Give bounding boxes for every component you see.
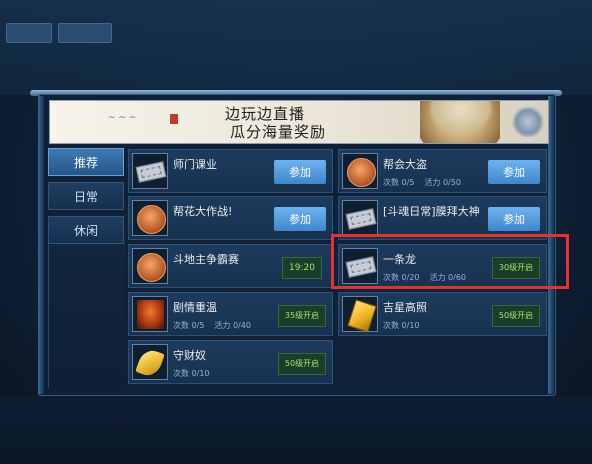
game-logo: ~ ~ ~ [108, 113, 137, 123]
start-time-badge: 19:20 [282, 257, 322, 279]
level-unlock-badge: 35级开启 [278, 305, 326, 327]
activity-name: 师门课业 [173, 158, 217, 171]
join-button[interactable]: 参加 [488, 160, 540, 184]
join-button[interactable]: 参加 [274, 207, 326, 231]
activity-stats: 次数 0/5 活力 0/40 [173, 320, 261, 331]
activity-card[interactable]: 守财奴 次数 0/10 50级开启 [128, 340, 333, 384]
activity-card[interactable]: 吉星高照 次数 0/10 50级开启 [338, 292, 547, 336]
golden-book-icon [347, 299, 377, 331]
demon-mask-icon [137, 300, 164, 329]
highlight-box [331, 234, 569, 289]
tab-casual[interactable]: 休闲 [48, 216, 124, 244]
coin-icon [347, 158, 376, 187]
activity-icon-frame [132, 344, 168, 380]
activity-name: [斗魂日常]膜拜大神 [383, 205, 480, 218]
activity-icon-frame [132, 248, 168, 284]
panel-left-pillar [38, 96, 44, 394]
attempt-count: 次数 0/5 [383, 178, 415, 187]
attempt-count: 次数 0/10 [383, 321, 420, 330]
activity-icon-frame [342, 153, 378, 189]
tab-daily[interactable]: 日常 [48, 182, 124, 210]
activity-icon-frame [342, 296, 378, 332]
activity-stats: 次数 0/5 活力 0/50 [383, 177, 471, 188]
banner-character-hair [428, 101, 494, 135]
attempt-count: 次数 0/10 [173, 369, 210, 378]
activity-name: 帮花大作战! [173, 205, 233, 218]
activity-card[interactable]: 帮会大盗 次数 0/5 活力 0/50 参加 [338, 149, 547, 193]
ticket-icon [345, 208, 377, 230]
tab-column-background [48, 238, 125, 388]
tab-recommended[interactable]: 推荐 [48, 148, 124, 176]
level-unlock-badge: 50级开启 [278, 353, 326, 375]
live-stream-banner[interactable]: ~ ~ ~ 边玩边直播 瓜分海量奖励 [49, 100, 549, 144]
attempt-count: 次数 0/5 [173, 321, 205, 330]
activity-card[interactable]: 斗地主争霸赛 19:20 [128, 244, 333, 288]
activity-name: 斗地主争霸赛 [173, 253, 239, 266]
activity-card[interactable]: 帮花大作战! 参加 [128, 196, 333, 240]
activity-card[interactable]: 剧情重温 次数 0/5 活力 0/40 35级开启 [128, 292, 333, 336]
gold-leaf-icon [135, 347, 165, 379]
activity-name: 守财奴 [173, 349, 206, 362]
activity-icon-frame [132, 296, 168, 332]
logo-seal [170, 114, 178, 124]
vitality-count: 活力 0/40 [214, 321, 251, 330]
activity-stats: 次数 0/10 [173, 368, 220, 379]
banner-decoration [510, 107, 546, 137]
background-top [0, 0, 592, 95]
activity-name: 吉星高照 [383, 301, 427, 314]
category-tabs: 推荐 日常 休闲 [48, 148, 124, 250]
vitality-count: 活力 0/50 [424, 178, 461, 187]
background-button [6, 23, 52, 43]
activity-name: 帮会大盗 [383, 158, 427, 171]
ticket-icon [135, 161, 167, 183]
activity-stats: 次数 0/10 [383, 320, 430, 331]
background-button [58, 23, 112, 43]
activity-name: 剧情重温 [173, 301, 217, 314]
join-button[interactable]: 参加 [488, 207, 540, 231]
activity-card[interactable]: 师门课业 参加 [128, 149, 333, 193]
banner-subline: 瓜分海量奖励 [230, 123, 327, 141]
coin-icon [137, 205, 166, 234]
activity-icon-frame [132, 200, 168, 236]
activity-icon-frame [132, 153, 168, 189]
activity-icon-frame [342, 200, 378, 236]
level-unlock-badge: 50级开启 [492, 305, 540, 327]
background-bottom [0, 395, 592, 464]
coin-icon [137, 253, 166, 282]
join-button[interactable]: 参加 [274, 160, 326, 184]
